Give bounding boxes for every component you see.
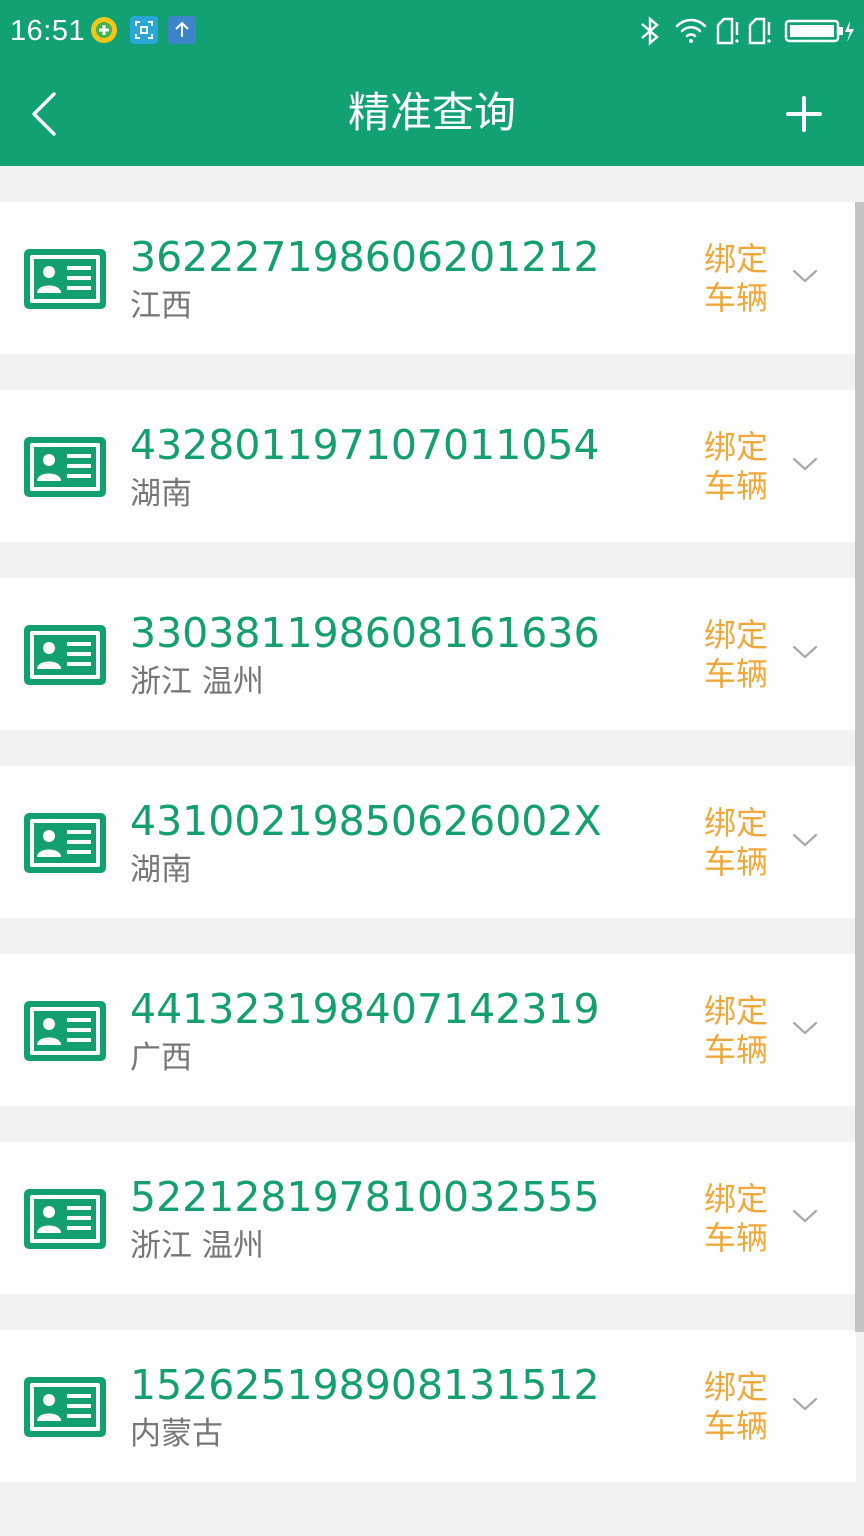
bind-vehicle-button[interactable]: 绑定 车辆	[704, 1368, 774, 1446]
record-card[interactable]: 522128197810032555 浙江 温州 绑定 车辆	[0, 1142, 856, 1294]
bind-vehicle-line2: 车辆	[704, 467, 769, 505]
plus-icon	[786, 96, 822, 132]
chevron-down-icon[interactable]	[792, 642, 818, 662]
bind-vehicle-line1: 绑定	[704, 240, 769, 278]
bind-vehicle-line2: 车辆	[704, 1031, 769, 1069]
page-title: 精准查询	[347, 88, 516, 137]
chevron-down-icon[interactable]	[792, 830, 818, 850]
record-card[interactable]: 152625198908131512 内蒙古 绑定 车辆	[0, 1330, 856, 1482]
record-list: 362227198606201212 江西 绑定 车辆 4328011971070110…	[0, 166, 864, 1536]
region-label: 湖南	[130, 476, 192, 512]
record-card[interactable]: 330381198608161636 浙江 温州 绑定 车辆	[0, 578, 856, 730]
scrollbar[interactable]	[855, 202, 864, 1332]
upload-arrow-icon	[168, 16, 196, 44]
region-label: 内蒙古	[130, 1416, 223, 1452]
bind-vehicle-line2: 车辆	[704, 1219, 769, 1257]
region-label: 浙江 温州	[130, 1228, 264, 1264]
chevron-down-icon[interactable]	[792, 1018, 818, 1038]
back-button[interactable]	[14, 80, 78, 148]
bind-vehicle-line1: 绑定	[704, 1368, 769, 1406]
bind-vehicle-button[interactable]: 绑定 车辆	[704, 804, 774, 882]
id-card-icon	[24, 249, 106, 309]
bluetooth-icon	[638, 16, 662, 50]
region-label: 江西	[130, 288, 192, 324]
wechat-pay-icon	[90, 16, 118, 44]
region-label: 浙江 温州	[130, 664, 264, 700]
bind-vehicle-button[interactable]: 绑定 车辆	[704, 616, 774, 694]
id-number: 152625198908131512	[130, 1361, 600, 1409]
id-number: 43100219850626002X	[130, 797, 602, 845]
chevron-left-icon	[32, 92, 56, 136]
bind-vehicle-button[interactable]: 绑定 车辆	[704, 240, 774, 318]
id-number: 362227198606201212	[130, 233, 600, 281]
id-card-icon	[24, 625, 106, 685]
bind-vehicle-line1: 绑定	[704, 428, 769, 466]
add-button[interactable]	[772, 80, 836, 148]
bind-vehicle-button[interactable]: 绑定 车辆	[704, 992, 774, 1070]
id-card-icon	[24, 813, 106, 873]
id-number: 330381198608161636	[130, 609, 600, 657]
id-card-icon	[24, 1377, 106, 1437]
record-card[interactable]: 43100219850626002X 湖南 绑定 车辆	[0, 766, 856, 918]
sim2-no-signal-icon	[746, 16, 774, 50]
id-number: 441323198407142319	[130, 985, 600, 1033]
id-card-icon	[24, 437, 106, 497]
id-card-icon	[24, 1189, 106, 1249]
bind-vehicle-line1: 绑定	[704, 804, 769, 842]
id-number: 432801197107011054	[130, 421, 600, 469]
bind-vehicle-line1: 绑定	[704, 1180, 769, 1218]
id-number: 522128197810032555	[130, 1173, 600, 1221]
wifi-icon	[674, 16, 708, 50]
status-time: 16:51	[10, 15, 86, 47]
id-card-icon	[24, 1001, 106, 1061]
region-label: 湖南	[130, 852, 192, 888]
bind-vehicle-line1: 绑定	[704, 992, 769, 1030]
app-bar: 精准查询	[0, 62, 864, 166]
record-card[interactable]: 432801197107011054 湖南 绑定 车辆	[0, 390, 856, 542]
battery-charging-icon	[784, 18, 856, 48]
bind-vehicle-button[interactable]: 绑定 车辆	[704, 1180, 774, 1258]
bind-vehicle-line2: 车辆	[704, 843, 769, 881]
sim1-no-signal-icon	[714, 16, 742, 50]
chevron-down-icon[interactable]	[792, 454, 818, 474]
chevron-down-icon[interactable]	[792, 266, 818, 286]
chevron-down-icon[interactable]	[792, 1206, 818, 1226]
bind-vehicle-line1: 绑定	[704, 616, 769, 654]
chevron-down-icon[interactable]	[792, 1394, 818, 1414]
bind-vehicle-line2: 车辆	[704, 1407, 769, 1445]
record-card[interactable]: 441323198407142319 广西 绑定 车辆	[0, 954, 856, 1106]
scan-icon	[130, 16, 158, 44]
bind-vehicle-line2: 车辆	[704, 279, 769, 317]
region-label: 广西	[130, 1040, 192, 1076]
bind-vehicle-line2: 车辆	[704, 655, 769, 693]
bind-vehicle-button[interactable]: 绑定 车辆	[704, 428, 774, 506]
record-card[interactable]: 362227198606201212 江西 绑定 车辆	[0, 202, 856, 354]
status-bar: 16:51	[0, 0, 864, 62]
